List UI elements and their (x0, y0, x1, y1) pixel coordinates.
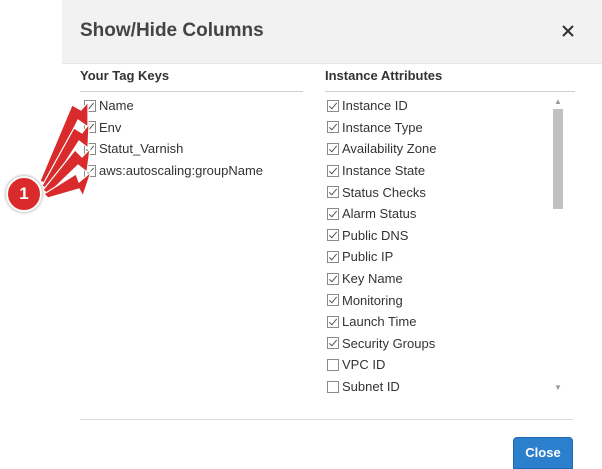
instance-attribute-item[interactable]: VPC ID (327, 354, 547, 376)
instance-attribute-item[interactable]: Public DNS (327, 225, 547, 247)
tag-keys-divider (80, 91, 303, 92)
scrollbar-thumb[interactable] (553, 109, 563, 209)
instance-attributes-heading: Instance Attributes (325, 68, 443, 83)
checkbox-checked[interactable] (327, 142, 339, 155)
instance-attribute-item[interactable]: Monitoring (327, 289, 547, 311)
checkbox-checked[interactable] (327, 315, 339, 328)
tag-key-item[interactable]: Statut_Varnish (84, 138, 304, 160)
tag-key-item[interactable]: aws:autoscaling:groupName (84, 160, 304, 182)
checkbox-checked[interactable] (327, 186, 339, 199)
checkbox-checked[interactable] (327, 250, 339, 263)
instance-attributes-list: Instance ID Instance Type Availability Zon… (327, 95, 547, 395)
footer-divider (80, 419, 573, 420)
instance-attribute-item[interactable]: Status Checks (327, 181, 547, 203)
checkbox-checked[interactable] (84, 99, 96, 112)
checkbox-label: Instance Type (342, 119, 423, 135)
checkbox-label: Security Groups (342, 335, 436, 351)
instance-attribute-item[interactable]: Key Name (327, 268, 547, 290)
checkbox-label: Public IP (342, 249, 394, 265)
instance-attribute-item[interactable]: Alarm Status (327, 203, 547, 225)
checkbox-checked[interactable] (327, 207, 339, 220)
checkbox-checked[interactable] (327, 337, 339, 350)
checkbox-checked[interactable] (327, 272, 339, 285)
checkbox-label: Launch Time (342, 314, 417, 330)
dialog-header: Show/Hide Columns (62, 0, 602, 64)
checkbox-label: Instance ID (342, 98, 408, 114)
checkbox-label: Key Name (342, 271, 403, 287)
checkbox-label: VPC ID (342, 357, 386, 373)
instance-attribute-item[interactable]: Instance ID (327, 95, 547, 117)
checkbox-label: Instance State (342, 163, 426, 179)
show-hide-columns-dialog: Show/Hide Columns Your Tag Keys Instance… (62, 0, 602, 469)
instance-attribute-item[interactable]: Availability Zone (327, 138, 547, 160)
checkbox-label: Alarm Status (342, 206, 417, 222)
checkbox-checked[interactable] (327, 294, 339, 307)
scroll-down-icon[interactable]: ▼ (551, 381, 565, 395)
instance-attribute-item[interactable]: Security Groups (327, 333, 547, 355)
tag-keys-heading: Your Tag Keys (80, 68, 170, 83)
dialog-title: Show/Hide Columns (80, 20, 264, 41)
checkbox-checked[interactable] (327, 229, 339, 242)
checkbox-label: Availability Zone (342, 141, 437, 157)
tag-keys-list: Name Env Statut_Varnish aws:autoscaling:gro… (84, 95, 304, 181)
close-icon[interactable] (553, 16, 583, 46)
checkbox-label: Name (99, 98, 134, 114)
close-button[interactable]: Close (513, 437, 573, 469)
checkbox-checked[interactable] (84, 142, 96, 155)
checkbox-label: Subnet ID (342, 379, 400, 395)
checkbox-checked[interactable] (327, 164, 339, 177)
instance-attribute-item[interactable]: Subnet ID (327, 376, 547, 395)
instance-attribute-item[interactable]: Instance State (327, 160, 547, 182)
checkbox-label: Env (99, 119, 122, 135)
checkbox-label: Status Checks (342, 184, 426, 200)
instance-attributes-scrollbar[interactable]: ▲ ▼ (551, 95, 565, 395)
annotation-badge: 1 (6, 176, 42, 212)
instance-attribute-item[interactable]: Public IP (327, 246, 547, 268)
instance-attribute-item[interactable]: Instance Type (327, 117, 547, 139)
tag-key-item[interactable]: Name (84, 95, 304, 117)
instance-attributes-divider (325, 91, 575, 92)
checkbox-checked[interactable] (84, 121, 96, 134)
scroll-up-icon[interactable]: ▲ (551, 95, 565, 109)
checkbox-label: Public DNS (342, 227, 409, 243)
checkbox-checked[interactable] (84, 164, 96, 177)
checkbox-checked[interactable] (327, 99, 339, 112)
checkbox-label: Monitoring (342, 292, 403, 308)
instance-attribute-item[interactable]: Launch Time (327, 311, 547, 333)
checkbox-unchecked[interactable] (327, 358, 339, 371)
tag-key-item[interactable]: Env (84, 117, 304, 139)
checkbox-checked[interactable] (327, 121, 339, 134)
checkbox-label: Statut_Varnish (99, 141, 184, 157)
checkbox-unchecked[interactable] (327, 380, 339, 393)
checkbox-label: aws:autoscaling:groupName (99, 163, 264, 179)
instance-attributes-scroll-area[interactable]: Instance ID Instance Type Availability Zon… (325, 95, 575, 395)
